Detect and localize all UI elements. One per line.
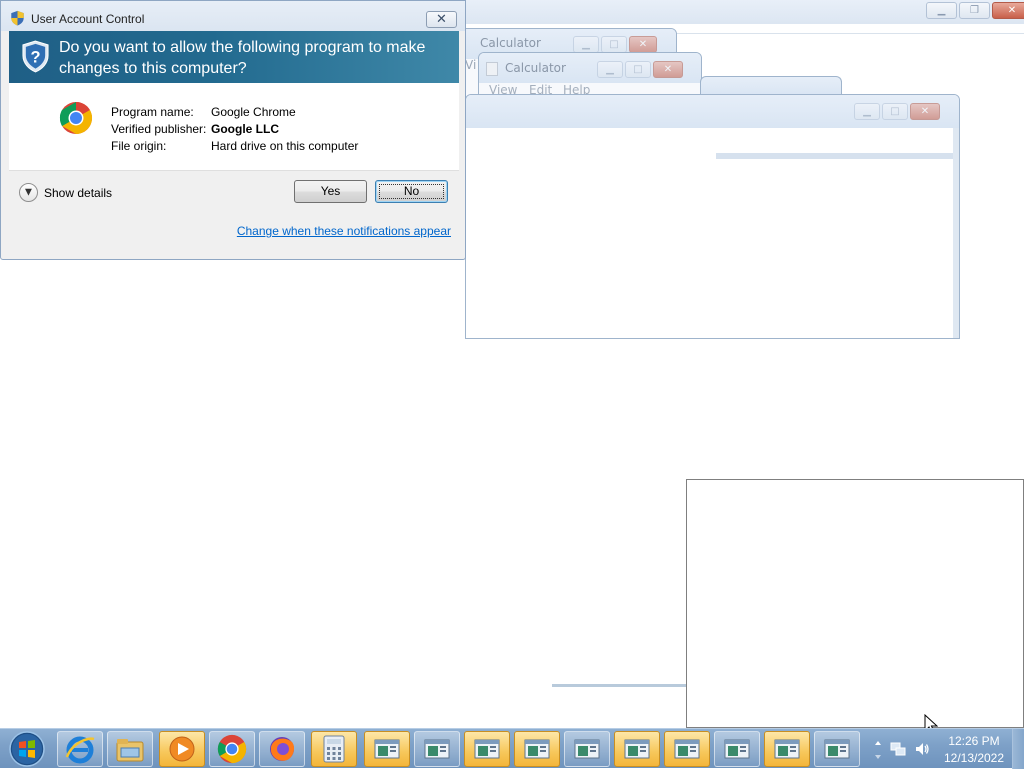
taskbar: 12:26 PM 12/13/2022 bbox=[0, 728, 1024, 769]
taskbar-window-button[interactable] bbox=[514, 731, 560, 767]
window-icon bbox=[374, 739, 400, 759]
window-icon bbox=[724, 739, 750, 759]
window-icon bbox=[474, 739, 500, 759]
background-window-4[interactable] bbox=[465, 94, 960, 339]
calculator-2-caption-buttons: ▁ □ ✕ bbox=[595, 61, 683, 78]
taskbar-calculator[interactable] bbox=[311, 731, 357, 767]
close-icon: ✕ bbox=[436, 11, 447, 27]
uac-title: User Account Control bbox=[31, 12, 145, 26]
blank-window-overlay[interactable] bbox=[686, 479, 1024, 728]
maximize-icon[interactable]: □ bbox=[601, 36, 627, 53]
show-hidden-icons-button[interactable] bbox=[872, 733, 884, 765]
restore-icon[interactable]: ❐ bbox=[959, 2, 990, 19]
uac-question-shield-icon: ? bbox=[22, 40, 49, 73]
minimize-icon[interactable]: ▁ bbox=[597, 61, 623, 78]
file-origin-value: Hard drive on this computer bbox=[211, 139, 359, 153]
show-desktop-button[interactable] bbox=[1012, 729, 1024, 769]
show-details-label[interactable]: Show details bbox=[44, 186, 112, 200]
taskbar-firefox[interactable] bbox=[259, 731, 305, 767]
close-icon[interactable]: ✕ bbox=[653, 61, 683, 78]
taskbar-window-button[interactable] bbox=[664, 731, 710, 767]
change-notifications-link[interactable]: Change when these notifications appear bbox=[237, 224, 451, 238]
show-details-toggle[interactable]: ▼ Show details bbox=[19, 183, 112, 202]
firefox-icon bbox=[270, 737, 295, 761]
clock-time[interactable]: 12:26 PM bbox=[938, 734, 1010, 748]
taskbar-window-button[interactable] bbox=[364, 731, 410, 767]
program-name-label: Program name: bbox=[111, 105, 194, 119]
background-window-4-caption-buttons: ▁ □ ✕ bbox=[852, 103, 940, 120]
minimize-icon[interactable]: ▁ bbox=[926, 2, 957, 19]
background-window-caption-buttons: ▁ ❐ ✕ bbox=[924, 2, 1024, 19]
calculator-1-caption-buttons: ▁ □ ✕ bbox=[571, 36, 657, 53]
taskbar-window-button[interactable] bbox=[414, 731, 460, 767]
network-icon[interactable] bbox=[890, 741, 906, 757]
window-icon bbox=[674, 739, 700, 759]
window-icon bbox=[574, 739, 600, 759]
taskbar-window-button[interactable] bbox=[564, 731, 610, 767]
background-window-3[interactable] bbox=[700, 76, 842, 96]
uac-titlebar[interactable]: User Account Control ✕ bbox=[1, 1, 465, 31]
taskbar-windows-explorer[interactable] bbox=[107, 731, 153, 767]
no-button[interactable]: No bbox=[375, 180, 448, 203]
close-icon[interactable]: ✕ bbox=[910, 103, 940, 120]
google-chrome-icon bbox=[217, 734, 247, 764]
maximize-icon[interactable]: □ bbox=[625, 61, 651, 78]
mouse-cursor-icon bbox=[924, 714, 938, 728]
taskbar-window-button[interactable] bbox=[764, 731, 810, 767]
publisher-value: Google LLC bbox=[211, 122, 279, 136]
volume-icon[interactable] bbox=[914, 741, 930, 757]
yes-button[interactable]: Yes bbox=[294, 180, 367, 203]
uac-program-info: Program name: Google Chrome Verified pub… bbox=[9, 83, 459, 170]
svg-text:?: ? bbox=[30, 48, 40, 66]
close-icon[interactable]: ✕ bbox=[992, 2, 1024, 19]
windows-media-player-icon bbox=[169, 736, 195, 762]
maximize-icon[interactable]: □ bbox=[882, 103, 908, 120]
close-icon[interactable]: ✕ bbox=[629, 36, 657, 53]
taskbar-window-button[interactable] bbox=[614, 731, 660, 767]
calculator-icon bbox=[323, 735, 345, 763]
focus-rectangle bbox=[379, 184, 444, 199]
uac-question: Do you want to allow the following progr… bbox=[59, 39, 426, 77]
start-button[interactable] bbox=[4, 730, 50, 768]
publisher-label: Verified publisher: bbox=[111, 122, 207, 136]
file-origin-label: File origin: bbox=[111, 139, 167, 153]
window-icon bbox=[524, 739, 550, 759]
windows-explorer-icon bbox=[116, 739, 144, 762]
taskbar-window-button[interactable] bbox=[714, 731, 760, 767]
window-icon bbox=[424, 739, 450, 759]
window-icon bbox=[624, 739, 650, 759]
minimize-icon[interactable]: ▁ bbox=[573, 36, 599, 53]
calculator-2-title: Calculator bbox=[505, 61, 566, 75]
calculator-2-app-icon bbox=[486, 62, 498, 76]
internet-explorer-icon bbox=[65, 736, 95, 764]
taskbar-window-button[interactable] bbox=[814, 731, 860, 767]
uac-dialog[interactable]: User Account Control ✕ ? Do you want to … bbox=[0, 0, 466, 260]
background-window-fragment bbox=[552, 684, 688, 687]
uac-footer: ▼ Show details Yes No Change when these … bbox=[9, 171, 459, 253]
uac-close-button[interactable]: ✕ bbox=[426, 11, 457, 28]
taskbar-windows-media-player[interactable] bbox=[159, 731, 205, 767]
minimize-icon[interactable]: ▁ bbox=[854, 103, 880, 120]
google-chrome-icon bbox=[59, 101, 93, 135]
uac-banner: ? Do you want to allow the following pro… bbox=[9, 31, 459, 83]
desktop: ▁ ❐ ✕ Calculator ▁ □ ✕ Vi Calculator ▁ □… bbox=[0, 0, 1024, 728]
taskbar-window-button[interactable] bbox=[464, 731, 510, 767]
taskbar-internet-explorer[interactable] bbox=[57, 731, 103, 767]
window-icon bbox=[774, 739, 800, 759]
program-name-value: Google Chrome bbox=[211, 105, 296, 119]
chevron-down-icon[interactable]: ▼ bbox=[19, 183, 38, 202]
taskbar-google-chrome[interactable] bbox=[209, 731, 255, 767]
calculator-1-menu-partial: Vi bbox=[465, 58, 477, 72]
uac-shield-icon bbox=[11, 10, 24, 26]
clock-date[interactable]: 12/13/2022 bbox=[938, 751, 1010, 765]
calculator-1-title: Calculator bbox=[480, 36, 541, 50]
window-icon bbox=[824, 739, 850, 759]
